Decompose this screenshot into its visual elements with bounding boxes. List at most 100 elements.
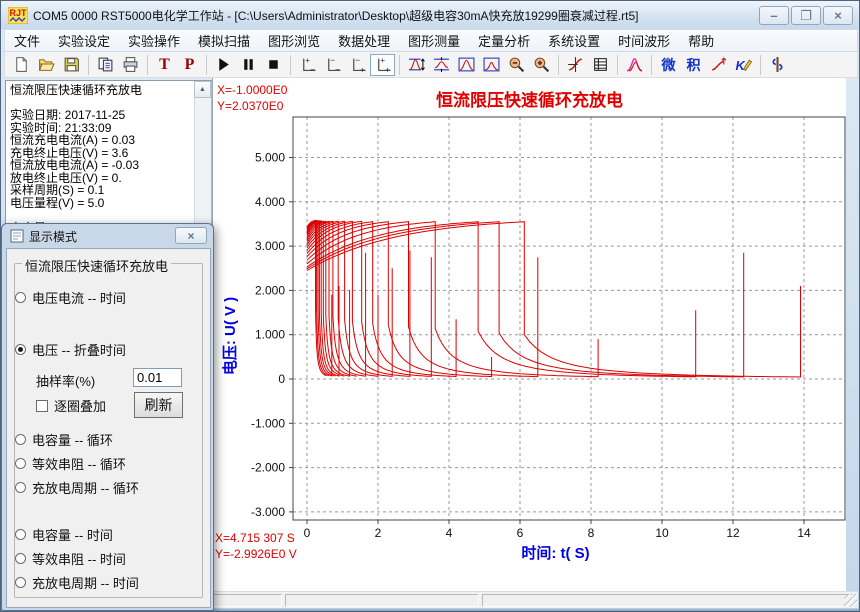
resize-grip[interactable] [844, 594, 857, 607]
menu-item-4[interactable]: 图形浏览 [259, 28, 329, 53]
info-line: 恒流充电电流(A) = 0.03 [10, 134, 191, 147]
fit-window-y-button[interactable] [454, 54, 479, 76]
menu-bar: 文件实验设定实验操作模拟扫描图形浏览数据处理图形测量定量分析系统设置时间波形帮助 [4, 29, 858, 52]
status-segment-2 [285, 594, 479, 607]
save-file-button[interactable] [59, 54, 84, 76]
window-title: COM5 0000 RST5000电化学工作站 - [C:\Users\Admi… [33, 7, 639, 24]
marker-p-button[interactable]: P [177, 54, 202, 76]
toolbar-separator [651, 55, 652, 75]
scale-y-minus-x-plus-button[interactable]: −+ [345, 54, 370, 76]
radio-esr-cycle[interactable]: 等效串阻 -- 循环 [15, 455, 126, 471]
radio-icon [15, 482, 26, 493]
radio-capacity-cycle[interactable]: 电容量 -- 循环 [15, 431, 113, 447]
x-tick-label: 12 [726, 526, 740, 540]
plot-area[interactable]: 024681012145.0004.0003.0002.0001.0000-1.… [213, 78, 847, 592]
toolbar-separator [617, 55, 618, 75]
fit-window-xy-button[interactable] [479, 54, 504, 76]
y-tick-label: -3.000 [251, 505, 285, 519]
info-line: 实验日期: 2017-11-25 [10, 109, 191, 122]
menu-item-9[interactable]: 时间波形 [609, 28, 679, 53]
new-file-button[interactable] [9, 54, 34, 76]
run-button[interactable] [211, 54, 236, 76]
toolbar-separator [290, 55, 291, 75]
dialog-body: 恒流限压快速循环充放电 电压电流 -- 时间 电压 -- 折叠时间 抽样率(%)… [6, 248, 211, 608]
stop-button[interactable] [261, 54, 286, 76]
menu-item-8[interactable]: 系统设置 [539, 28, 609, 53]
radio-icon [15, 458, 26, 469]
app-window: RJT COM5 0000 RST5000电化学工作站 - [C:\Users\… [0, 0, 860, 612]
toolbar-separator [147, 55, 148, 75]
info-line: 恒流限压快速循环充放电 [10, 84, 191, 97]
edit-annotate-button[interactable]: K [731, 54, 756, 76]
sample-rate-label: 抽样率(%) [36, 371, 95, 390]
radio-icon [15, 292, 26, 303]
menu-item-7[interactable]: 定量分析 [469, 28, 539, 53]
differentiate-button[interactable]: 微 [656, 54, 681, 76]
radio-period-time[interactable]: 充放电周期 -- 时间 [15, 574, 139, 590]
chart-title: 恒流限压快速循环充放电 [213, 86, 846, 111]
menu-item-1[interactable]: 实验设定 [49, 28, 119, 53]
curve-fit-button[interactable] [706, 54, 731, 76]
curve-cursor-button[interactable] [563, 54, 588, 76]
y-tick-label: -2.000 [251, 461, 285, 475]
radio-icon [15, 529, 26, 540]
svg-text:−: − [335, 64, 340, 73]
copy-button[interactable] [93, 54, 118, 76]
title-bar: RJT COM5 0000 RST5000电化学工作站 - [C:\Users\… [1, 1, 860, 29]
minimize-button[interactable]: – [759, 6, 789, 25]
menu-item-5[interactable]: 数据处理 [329, 28, 399, 53]
scale-y-plus-x-minus-button[interactable]: +− [295, 54, 320, 76]
autoscale-y-button[interactable] [404, 54, 429, 76]
radio-period-cycle[interactable]: 充放电周期 -- 循环 [15, 479, 139, 495]
toolbar-separator [88, 55, 89, 75]
svg-text:K: K [736, 58, 746, 73]
overlay-cycles-checkbox[interactable]: 逐圈叠加 [36, 398, 106, 413]
checkbox-icon [36, 400, 48, 412]
radio-voltage-current-time[interactable]: 电压电流 -- 时间 [15, 289, 126, 305]
x-tick-label: 6 [517, 526, 524, 540]
y-tick-label: 1.000 [255, 328, 285, 342]
y-tick-label: 4.000 [255, 195, 285, 209]
radio-capacity-time[interactable]: 电容量 -- 时间 [15, 526, 113, 542]
display-mode-dialog: 显示模式 × 恒流限压快速循环充放电 电压电流 -- 时间 电压 -- 折叠时间… [1, 223, 214, 611]
radio-icon [15, 577, 26, 588]
print-button[interactable] [118, 54, 143, 76]
x-tick-label: 14 [797, 526, 811, 540]
x-tick-label: 8 [588, 526, 595, 540]
menu-item-3[interactable]: 模拟扫描 [189, 28, 259, 53]
scale-y-plus-x-plus-button[interactable]: ++ [370, 54, 395, 76]
cursor-readout-bottom: X=4.715 307 S Y=-2.9926E0 V [215, 530, 297, 562]
refresh-button[interactable]: 刷新 [134, 392, 183, 418]
menu-item-2[interactable]: 实验操作 [119, 28, 189, 53]
open-file-button[interactable] [34, 54, 59, 76]
radio-voltage-folded-time[interactable]: 电压 -- 折叠时间 [15, 341, 126, 357]
svg-text:RJT: RJT [10, 8, 28, 18]
integrate-button[interactable]: 积 [681, 54, 706, 76]
info-line: 电压量程(V) = 5.0 [10, 197, 191, 210]
scale-y-minus-x-minus-button[interactable]: −− [320, 54, 345, 76]
restore-button[interactable]: ❐ [791, 6, 821, 25]
cycle-curve [307, 222, 801, 377]
dialog-close-button[interactable]: × [175, 227, 207, 244]
sample-rate-input[interactable] [133, 368, 182, 387]
overlay-curves-button[interactable] [622, 54, 647, 76]
radio-esr-time[interactable]: 等效串阻 -- 时间 [15, 550, 126, 566]
toolbar-separator [760, 55, 761, 75]
scroll-up-button[interactable]: ▲ [194, 81, 211, 98]
marker-t-button[interactable]: T [152, 54, 177, 76]
compress-y-button[interactable] [429, 54, 454, 76]
info-line [10, 209, 191, 222]
menu-item-10[interactable]: 帮助 [679, 28, 723, 53]
zoom-in-button[interactable] [529, 54, 554, 76]
pause-button[interactable] [236, 54, 261, 76]
menu-item-0[interactable]: 文件 [5, 28, 49, 53]
data-table-button[interactable] [588, 54, 613, 76]
zoom-out-button[interactable] [504, 54, 529, 76]
y-tick-label: 5.000 [255, 151, 285, 165]
svg-text:+: + [385, 64, 390, 73]
menu-item-6[interactable]: 图形测量 [399, 28, 469, 53]
waveform-toggle-button[interactable] [765, 54, 790, 76]
chart-panel: 024681012145.0004.0003.0002.0001.0000-1.… [212, 78, 846, 591]
y-tick-label: 0 [278, 372, 285, 386]
close-button[interactable]: × [823, 6, 853, 25]
